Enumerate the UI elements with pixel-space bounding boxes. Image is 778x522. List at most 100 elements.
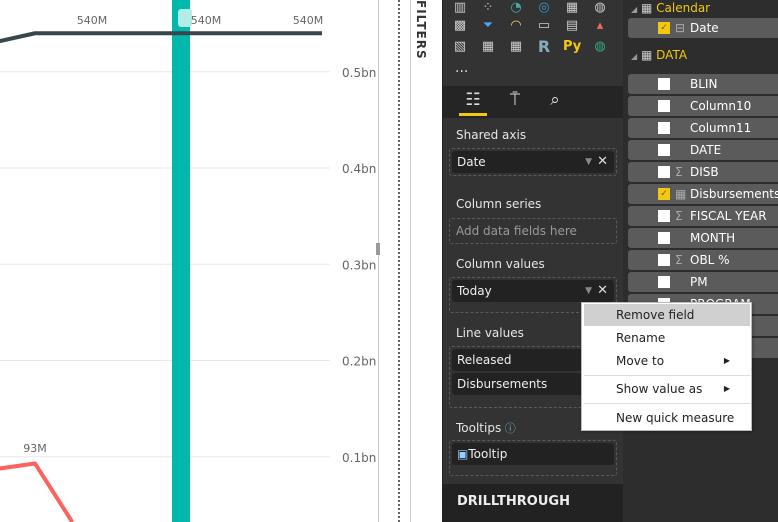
tooltips-text: Tooltips [456,421,502,435]
canvas-border [378,0,379,522]
checkbox[interactable] [658,276,670,288]
more-visuals-button[interactable]: ... [455,60,468,76]
field-item[interactable]: Σ OBL % [628,250,778,270]
report-page-icon: ▣ [457,447,469,461]
column-series-well[interactable]: Add data fields here [449,218,617,244]
field-pill-date[interactable]: Date ▼ ✕ [452,151,614,173]
chevron-down-icon[interactable]: ▼ [585,151,592,173]
pie-chart-icon[interactable]: ◔ [507,0,525,16]
menu-label: Show value as [616,382,703,396]
fields-pane: ◢ ▦ Calendar ✓ ⊟ Date ◢ ▦ DATA BLIN Column1… [623,0,778,522]
checkbox[interactable] [658,78,670,90]
ribbon-chart-icon[interactable]: ▥ [451,0,469,16]
globe-icon[interactable]: ◍ [591,39,609,55]
checkbox[interactable] [658,122,670,134]
slicer-icon[interactable]: ▧ [451,39,469,55]
field-item[interactable]: MONTH [628,228,778,248]
table-icon: ▦ [640,1,653,15]
shared-axis-well[interactable]: Date ▼ ✕ [449,148,617,176]
line-series [0,461,74,522]
menu-divider [584,403,750,404]
field-item[interactable]: Column11 [628,118,778,138]
menu-item-remove-field[interactable]: Remove field [584,304,750,326]
field-item[interactable]: DATE [628,140,778,160]
collapse-icon: ◢ [631,5,638,14]
kpi-icon[interactable]: ▴ [591,18,609,34]
shared-axis-label: Shared axis [456,128,527,142]
analytics-tab[interactable]: ⌕ [541,90,569,116]
checkbox[interactable] [658,166,670,178]
field-date[interactable]: ✓ ⊟ Date [628,18,778,38]
data-label: 93M [23,442,47,455]
chevron-right-icon: ▶ [723,384,730,393]
analytics-icon: ⌕ [550,90,560,110]
checkbox[interactable]: ✓ [658,188,670,200]
table-calendar[interactable]: ◢ ▦ Calendar [631,1,710,17]
info-icon[interactable]: ⓘ [501,422,516,435]
close-icon[interactable]: ✕ [597,151,608,173]
field-name: PM [690,275,708,289]
calculator-icon: ▦ [675,187,687,201]
data-label: 540M [77,14,108,27]
field-item[interactable]: Column10 [628,96,778,116]
pane-tabs: ☷ ⍑ ⌕ [443,86,624,118]
table-icon: ▦ [640,48,653,62]
checkbox[interactable] [658,210,670,222]
pill-label: Date [457,155,486,169]
tooltips-well[interactable]: ▣Tooltip [449,440,617,476]
format-tab[interactable]: ⍑ [501,90,529,116]
chart-canvas[interactable]: 0.5bn 0.4bn 0.3bn 0.2bn 0.1bn 540M 540M 540M 93M [0,0,378,522]
checkbox[interactable] [658,254,670,266]
y-tick-label: 0.1bn [342,451,376,465]
field-name: Column11 [690,121,752,135]
checkbox[interactable] [658,232,670,244]
fields-icon: ☷ [465,90,481,110]
chevron-down-icon[interactable]: ▼ [585,280,592,302]
table-data[interactable]: ◢ ▦ DATA [631,48,687,64]
checkbox[interactable]: ✓ [658,22,670,34]
funnel-icon[interactable]: ⏷ [479,18,497,34]
field-pill-tooltip[interactable]: ▣Tooltip [452,443,614,465]
checkbox[interactable] [658,144,670,156]
collapse-icon: ◢ [631,52,638,61]
menu-item-new-quick-measure[interactable]: New quick measure [584,407,750,429]
format-paint-icon: ⍑ [509,90,521,110]
table-name: Calendar [656,1,711,15]
menu-item-show-value-as[interactable]: Show value as ▶ [584,378,750,400]
close-icon[interactable]: ✕ [597,280,608,302]
visualizations-pane: ▥ ⁘ ◔ ◎ ▦ ◍ ▩ ⏷ ◠ ▭ ▤ ▴ ▧ ▦ ▦ R Py ◍ ... ☷ ⍑ ⌕ Shared a… [442,0,624,522]
sigma-icon: Σ [675,253,683,267]
python-visual-icon[interactable]: Py [563,39,581,55]
combo-chart[interactable]: 0.5bn 0.4bn 0.3bn 0.2bn 0.1bn 540M 540M 540M 93M [0,0,378,522]
field-item[interactable]: Σ FISCAL YEAR [628,206,778,226]
filters-pane[interactable]: FILTERS [398,0,442,522]
menu-item-rename[interactable]: Rename [584,327,750,349]
card-icon[interactable]: ▭ [535,18,553,34]
map-icon[interactable]: ◍ [591,0,609,16]
pill-label: Released [457,353,512,367]
treemap-icon[interactable]: ▦ [563,0,581,16]
field-item[interactable]: Σ DISB [628,162,778,182]
well-placeholder: Add data fields here [456,224,577,238]
context-menu: Remove field Rename Move to ▶ Show value … [581,302,752,431]
menu-item-move-to[interactable]: Move to ▶ [584,350,750,372]
r-visual-icon[interactable]: R [535,39,553,55]
matrix-icon[interactable]: ▦ [507,39,525,55]
field-name: Column10 [690,99,752,113]
filters-title: FILTERS [414,0,428,60]
field-item[interactable]: PM [628,272,778,292]
fields-tab[interactable]: ☷ [459,90,487,116]
scatter-icon[interactable]: ⁘ [479,0,497,16]
gauge-icon[interactable]: ◠ [507,18,525,34]
donut-icon[interactable]: ◎ [535,0,553,16]
field-pill-today[interactable]: Today ▼ ✕ [452,280,614,302]
chevron-right-icon: ▶ [723,356,730,365]
table-icon[interactable]: ▦ [479,39,497,55]
resize-handle[interactable] [376,243,380,255]
field-item[interactable]: ✓ ▦ Disbursements [628,184,778,204]
multi-row-card-icon[interactable]: ▤ [563,18,581,34]
checkbox[interactable] [658,100,670,112]
field-item[interactable]: BLIN [628,74,778,94]
filled-map-icon[interactable]: ▩ [451,18,469,34]
column-series-label: Column series [456,197,542,211]
